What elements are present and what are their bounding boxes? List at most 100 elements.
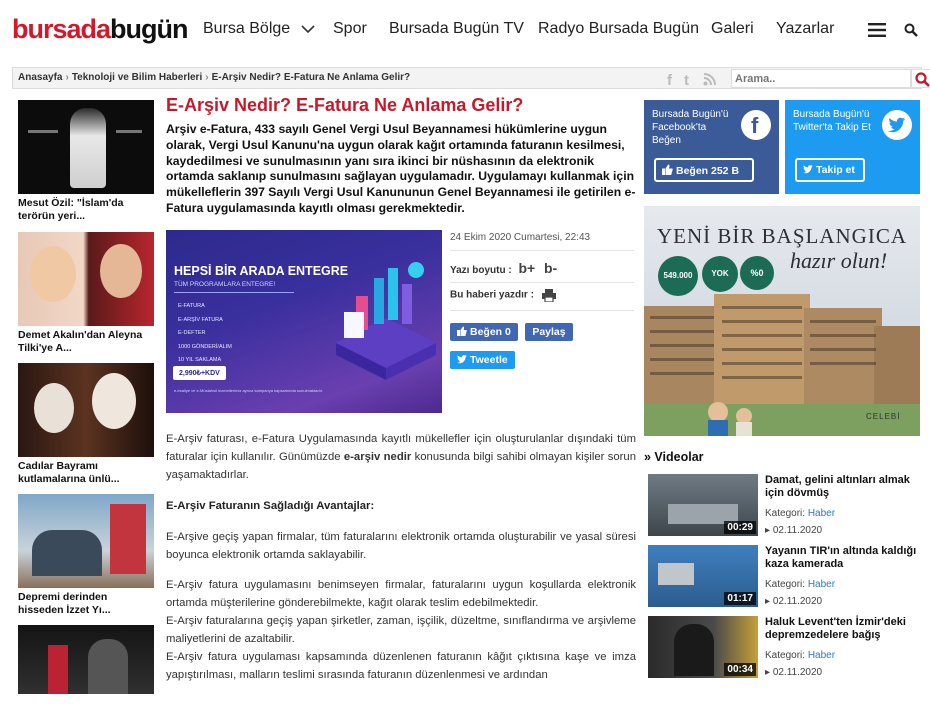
nav-item-radyo[interactable]: Radyo Bursada Bugün xyxy=(538,20,699,38)
breadcrumb-bar: Anasayfa › Teknoloji ve Bilim Haberleri › E-… xyxy=(12,67,930,89)
rss-icon[interactable] xyxy=(703,73,717,86)
ad-brand: CELEBİ xyxy=(866,412,901,421)
hero-illustration xyxy=(336,262,436,380)
article-paragraph: E-Arşiv faturalarına geçiş yapan şirketl… xyxy=(166,615,636,645)
facebook-share-button[interactable]: Paylaş xyxy=(525,323,573,341)
video-item[interactable]: 00:34 Haluk Levent'ten İzmir'deki deprem… xyxy=(648,616,922,680)
news-caption: Mesut Özil: "İslam'da terörün yeri... xyxy=(18,197,124,222)
news-thumbnail xyxy=(18,100,154,194)
twitter-follow-button[interactable]: Takip et xyxy=(795,158,865,182)
video-duration: 00:34 xyxy=(724,663,756,676)
breadcrumb-home[interactable]: Anasayfa xyxy=(18,72,62,83)
font-increase-button[interactable]: b+ xyxy=(518,260,535,276)
article-paragraph: E-Arşiv fatura uygulamasını benimseyen f… xyxy=(166,579,636,609)
ad-badge: %0 xyxy=(740,256,774,290)
article-title: E-Arşiv Nedir? E-Fatura Ne Anlama Gelir? xyxy=(166,95,524,115)
article-paragraph: E-Arşiv fatura uygulaması kapsamında düz… xyxy=(166,651,636,681)
nav-item-bursada-bugun-tv[interactable]: Bursada Bugün TV xyxy=(389,20,524,38)
sidebar-news-item[interactable]: Depremi derinden hisseden İzzet Yı... xyxy=(18,494,154,617)
article: E-Arşiv Nedir? E-Fatura Ne Anlama Gelir?… xyxy=(166,94,636,694)
video-title: Damat, gelini altınları almak için dövmü… xyxy=(765,474,910,499)
thumbs-up-icon xyxy=(662,164,673,175)
printer-icon[interactable] xyxy=(541,288,557,303)
video-date: ▸ 02.11.2020 xyxy=(765,596,823,607)
video-duration: 00:29 xyxy=(724,521,756,534)
video-thumbnail: 01:17 xyxy=(648,545,758,607)
chevron-down-icon xyxy=(301,25,315,33)
search-input[interactable] xyxy=(731,69,911,88)
twitter-follow-box: Bursada Bugün'ü Twitter'ta Takip Et Taki… xyxy=(785,100,920,194)
search-icon[interactable] xyxy=(904,23,918,37)
hero-feature-list: E-FATURA E-ARŞİV FATURA E-DEFTER 1000 GÖ… xyxy=(178,303,232,363)
video-duration: 01:17 xyxy=(724,592,756,605)
video-category: Kategori: Haber xyxy=(765,650,836,661)
news-thumbnail xyxy=(18,625,154,694)
related-news-sidebar: Mesut Özil: "İslam'da terörün yeri... De… xyxy=(12,94,158,694)
twitter-icon xyxy=(882,110,912,140)
news-thumbnail xyxy=(18,363,154,457)
tweet-button[interactable]: Tweetle xyxy=(450,351,515,369)
facebook-icon[interactable]: f xyxy=(665,72,677,86)
nav-item-bursa-bolge[interactable]: Bursa Bölge xyxy=(203,20,315,38)
facebook-icon: f xyxy=(741,110,771,140)
ad-subtitle: hazır olun! xyxy=(790,248,888,273)
news-thumbnail xyxy=(18,494,154,588)
hamburger-menu-icon[interactable] xyxy=(868,23,886,37)
twitter-bird-icon xyxy=(457,355,467,364)
ad-title: YENİ BİR BAŞLANGICA xyxy=(657,224,907,248)
breadcrumb: Anasayfa › Teknoloji ve Bilim Haberleri › E-… xyxy=(18,72,411,83)
video-thumbnail: 00:29 xyxy=(648,474,758,536)
article-paragraph: E-Arşive geçiş yapan firmalar, tüm fatur… xyxy=(166,531,636,561)
font-size-label: Yazı boyutu : xyxy=(450,265,512,276)
nav-item-spor[interactable]: Spor xyxy=(333,20,367,38)
font-decrease-button[interactable]: b- xyxy=(544,260,557,276)
video-title: Yayanın TIR'ın altında kaldığı kaza kame… xyxy=(765,545,917,570)
keyword-link: e-arşiv nedir xyxy=(343,451,412,463)
facebook-follow-button[interactable]: Beğen 252 B xyxy=(654,158,754,182)
video-date: ▸ 02.11.2020 xyxy=(765,667,823,678)
news-caption: Cadılar Bayramı kutlamalarına ünlü... xyxy=(18,460,120,485)
facebook-follow-box: Bursada Bugün'ü Facebook'ta Beğen f Beğe… xyxy=(644,100,779,194)
facebook-follow-text: Bursada Bugün'ü Facebook'ta Beğen xyxy=(652,109,729,146)
video-date: ▸ 02.11.2020 xyxy=(765,525,823,536)
thumbs-up-icon xyxy=(457,326,467,336)
video-title: Haluk Levent'ten İzmir'deki depremzedele… xyxy=(765,616,906,641)
search-button[interactable] xyxy=(911,69,930,88)
top-navigation: bursadabugün Bursa Bölge Spor Bursada Bu… xyxy=(0,0,930,62)
svg-text:t: t xyxy=(684,72,689,86)
video-category: Kategori: Haber xyxy=(765,508,836,519)
article-hero-image: HEPSİ BİR ARADA ENTEGRE TÜM PROGRAMLARA … xyxy=(166,230,442,413)
facebook-like-button[interactable]: Beğen 0 xyxy=(450,323,518,341)
twitter-bird-icon xyxy=(803,165,813,174)
twitter-follow-text: Bursada Bugün'ü Twitter'ta Takip Et xyxy=(793,109,871,133)
video-item[interactable]: 00:29 Damat, gelini altınları almak için… xyxy=(648,474,922,538)
right-sidebar: Bursada Bugün'ü Facebook'ta Beğen f Beğe… xyxy=(644,94,922,694)
print-label: Bu haberi yazdır : xyxy=(450,289,534,301)
video-thumbnail: 00:34 xyxy=(648,616,758,678)
news-caption: Demet Akalın'dan Aleyna Tilki'ye A... xyxy=(18,329,143,354)
sidebar-news-item[interactable] xyxy=(18,625,154,694)
article-subheading: E-Arşiv Faturanın Sağladığı Avantajlar: xyxy=(166,500,375,512)
sidebar-news-item[interactable]: Mesut Özil: "İslam'da terörün yeri... xyxy=(18,100,154,223)
sidebar-news-item[interactable]: Cadılar Bayramı kutlamalarına ünlü... xyxy=(18,363,154,486)
video-item[interactable]: 01:17 Yayanın TIR'ın altında kaldığı kaz… xyxy=(648,545,922,609)
twitter-icon[interactable]: t xyxy=(683,72,697,86)
nav-item-galeri[interactable]: Galeri xyxy=(711,20,754,38)
sidebar-news-item[interactable]: Demet Akalın'dan Aleyna Tilki'ye A... xyxy=(18,232,154,355)
search-icon xyxy=(915,72,930,87)
nav-item-yazarlar[interactable]: Yazarlar xyxy=(776,20,834,38)
news-thumbnail xyxy=(18,232,154,326)
advertisement-banner[interactable]: YENİ BİR BAŞLANGICA hazır olun! 549.000 … xyxy=(644,206,920,436)
breadcrumb-current: E-Arşiv Nedir? E-Fatura Ne Anlama Gelir? xyxy=(211,72,411,83)
site-logo[interactable]: bursadabugün xyxy=(12,14,189,45)
svg-text:f: f xyxy=(751,113,759,138)
videos-heading: » Videolar xyxy=(644,450,704,464)
publish-date: 24 Ekim 2020 Cumartesi, 22:43 xyxy=(450,232,591,243)
article-lead: Arşiv e-Fatura, 433 sayılı Genel Vergi U… xyxy=(166,122,636,215)
svg-text:f: f xyxy=(667,72,673,86)
video-category: Kategori: Haber xyxy=(765,579,836,590)
share-icons: f t xyxy=(665,70,725,88)
news-caption: Depremi derinden hisseden İzzet Yı... xyxy=(18,591,111,616)
article-paragraph: E-Arşiv faturası, e-Fatura Uygulamasında… xyxy=(166,433,636,481)
breadcrumb-category[interactable]: Teknoloji ve Bilim Haberleri xyxy=(72,72,202,83)
